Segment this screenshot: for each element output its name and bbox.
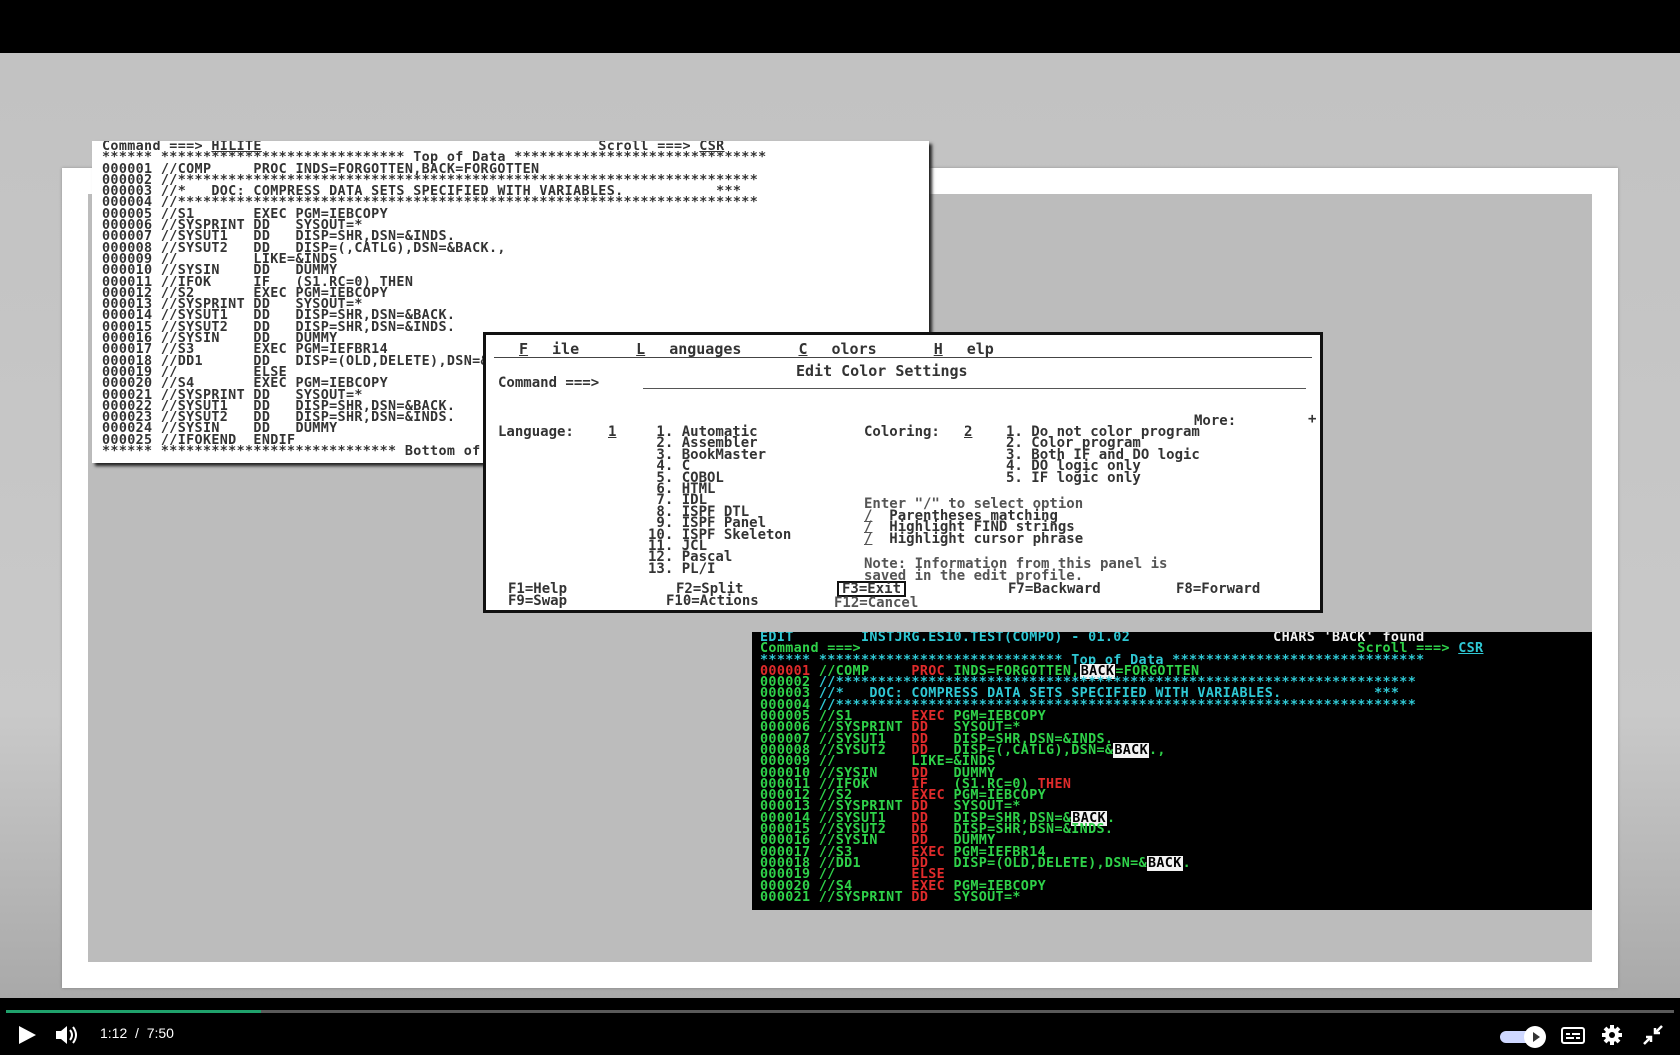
menu-help[interactable]: Help [934, 340, 1018, 358]
language-option: 13. PL/I [648, 560, 716, 577]
checkbox-row[interactable]: / Highlight cursor phrase [864, 530, 1084, 547]
menu-divider [494, 357, 1312, 358]
current-time: 1:12 [100, 1025, 128, 1041]
f9-swap[interactable]: F9=Swap [508, 594, 567, 608]
more-marker: + [1308, 411, 1317, 427]
coloring-field[interactable]: 2 [964, 425, 972, 439]
menu-bar: File Languages Colors Help [519, 340, 1042, 358]
menu-file[interactable]: File [519, 340, 603, 358]
menu-colors[interactable]: Colors [798, 340, 900, 358]
f7-backward[interactable]: F7=Backward [1008, 582, 1101, 596]
coloring-option: 5. IF logic only [1006, 469, 1141, 486]
autoplay-toggle-knob[interactable] [1524, 1026, 1546, 1048]
progress-bar[interactable] [6, 1010, 1674, 1013]
settings-gear-icon[interactable] [1597, 1020, 1627, 1050]
edit-color-settings-dialog: File Languages Colors Help Edit Color Se… [483, 332, 1323, 613]
f10-actions[interactable]: F10=Actions [666, 594, 759, 608]
duration: 7:50 [146, 1025, 174, 1041]
f8-forward[interactable]: F8=Forward [1176, 582, 1260, 596]
play-icon[interactable] [14, 1020, 40, 1050]
coloring-label: Coloring: [864, 424, 940, 440]
video-controls: 1:12 / 7:50 [0, 998, 1680, 1050]
colored-source-lines: 000001 //COMP PROC INDS=FORGOTTEN,BACK=F… [760, 663, 1592, 905]
time-display: 1:12 / 7:50 [100, 1025, 174, 1041]
dialog-command-input[interactable] [643, 388, 1306, 389]
language-label: Language: [498, 424, 574, 440]
menu-languages[interactable]: Languages [636, 340, 765, 358]
language-field[interactable]: 1 [608, 425, 616, 439]
progress-fill [6, 1010, 262, 1013]
colored-line: 000021 //SYSPRINT DD SYSOUT=* [760, 889, 1021, 905]
more-label: More: [1194, 413, 1237, 429]
volume-icon[interactable] [52, 1020, 82, 1050]
dialog-command-label: Command ===> [498, 375, 600, 391]
checkbox-label: Highlight cursor phrase [872, 530, 1084, 547]
f12-cancel[interactable]: F12=Cancel [834, 596, 918, 610]
ispf-edit-colored-screenshot: EDIT INSTJRG.ES10.TEST(COMPO) - 01.02 CH… [752, 632, 1592, 910]
time-separator: / [135, 1025, 139, 1041]
fullscreen-exit-icon[interactable] [1638, 1020, 1668, 1050]
dialog-title: Edit Color Settings [796, 362, 968, 380]
captions-icon[interactable] [1558, 1020, 1588, 1050]
